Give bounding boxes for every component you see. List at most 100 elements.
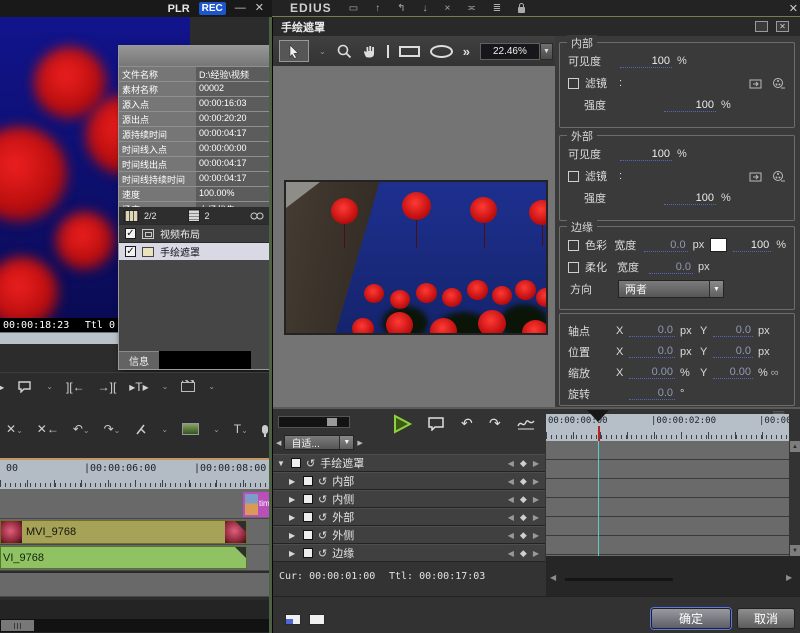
next-keyframe-icon[interactable]: ▶ (533, 477, 539, 486)
edge-soften-width-value[interactable]: 0.0 (649, 261, 693, 274)
chevron-down-icon[interactable]: ⌄ (319, 47, 326, 56)
ok-button[interactable]: 确定 (651, 608, 731, 629)
chevron-down-icon[interactable]: ⌄ (161, 425, 168, 434)
screenshot-icon[interactable] (182, 423, 199, 435)
filter-checkbox[interactable] (568, 78, 579, 89)
add-keyframe-icon[interactable]: ◆ (520, 548, 527, 559)
direction-dropdown[interactable]: 两者 ▼ (618, 280, 724, 298)
edge-soften-checkbox[interactable] (568, 262, 579, 273)
timeline-horizontal-scrollbar[interactable] (0, 619, 272, 632)
kf-track-interior[interactable]: ▶ ↺ 内部 ◀◆▶ (273, 472, 545, 490)
slider-thumb[interactable] (327, 418, 337, 426)
position-x-value[interactable]: 0.0 (629, 345, 675, 358)
player-shuttle-strip[interactable] (0, 332, 118, 344)
undo-icon[interactable]: ↶⌄ (73, 422, 90, 436)
clapperboard-icon[interactable] (181, 382, 195, 392)
add-keyframe-icon[interactable]: ◆ (520, 530, 527, 541)
visibility-value[interactable]: 100 (620, 55, 672, 68)
layout-split-icon[interactable] (285, 614, 301, 625)
filter-reel-icon[interactable] (772, 170, 786, 183)
curve-view-button[interactable] (517, 417, 535, 430)
next-keyframe-icon[interactable]: ▶ (533, 459, 539, 468)
strength-value[interactable]: 100 (664, 99, 716, 112)
hand-tool[interactable] (362, 43, 377, 59)
collapse-icon[interactable]: ▼ (277, 459, 286, 468)
add-keyframe-icon[interactable]: ◆ (520, 458, 527, 469)
mask-canvas[interactable] (273, 66, 555, 407)
edge-opacity-value[interactable]: 100 (733, 239, 771, 252)
lock-icon[interactable] (518, 7, 525, 13)
reels-icon[interactable] (250, 210, 264, 222)
audio-track-2[interactable] (0, 573, 272, 597)
preset-next-icon[interactable]: ▶ (357, 439, 362, 447)
redo-icon[interactable]: ↷⌄ (104, 422, 121, 436)
delete-icon[interactable]: × (445, 3, 451, 14)
expand-icon[interactable]: ▶ (289, 495, 298, 504)
kf-enable-checkbox[interactable] (291, 458, 301, 468)
kf-enable-checkbox[interactable] (303, 512, 313, 522)
pivot-y-value[interactable]: 0.0 (713, 324, 753, 337)
properties-panel-header[interactable] (119, 46, 269, 66)
expand-icon[interactable]: ▶ (289, 477, 298, 486)
next-keyframe-icon[interactable]: ▶ (533, 495, 539, 504)
kf-timeline-ruler[interactable]: 00:00:00:00 |00:00:02:00 |00:00:0 (546, 414, 789, 441)
zoom-tool[interactable] (336, 43, 352, 59)
visibility-value[interactable]: 100 (620, 148, 672, 161)
dialog-maximize-button[interactable] (755, 21, 768, 32)
mask-preview-image[interactable] (284, 180, 548, 335)
expand-icon[interactable]: ▶ (289, 531, 298, 540)
prev-keyframe-icon[interactable]: ◀ (508, 459, 514, 468)
scale-x-value[interactable]: 0.00 (629, 366, 675, 379)
prev-keyframe-icon[interactable]: ◀ (508, 531, 514, 540)
kf-enable-checkbox[interactable] (303, 530, 313, 540)
reset-icon[interactable]: ↺ (318, 529, 327, 542)
kf-enable-checkbox[interactable] (303, 494, 313, 504)
position-y-value[interactable]: 0.0 (713, 345, 753, 358)
export-frame-button[interactable] (427, 417, 445, 431)
ellipse-tool[interactable] (430, 45, 453, 58)
filter-checkbox[interactable] (568, 171, 579, 182)
undo-button[interactable]: ↶ (461, 415, 473, 432)
add-keyframe-icon[interactable]: ◆ (520, 494, 527, 505)
preset-prev-icon[interactable]: ◀ (276, 439, 281, 447)
delete-in-icon[interactable]: ✕← (37, 422, 59, 436)
filter-assign-icon[interactable] (749, 170, 763, 183)
reset-icon[interactable]: ↺ (318, 493, 327, 506)
tab-info[interactable]: 信息 (119, 351, 159, 369)
edge-color-checkbox[interactable] (568, 240, 579, 251)
layer-row-hand-drawn-mask[interactable]: ✓ 手绘遮罩 (119, 242, 269, 260)
kf-track-exterior[interactable]: ▶ ↺ 外部 ◀◆▶ (273, 508, 545, 526)
scrollbar-thumb[interactable] (1, 620, 34, 631)
kf-track-mask[interactable]: ▼ ↺ 手绘遮罩 ◀◆▶ (273, 454, 545, 472)
prev-keyframe-icon[interactable]: ◀ (508, 549, 514, 558)
expand-icon[interactable]: ▶ (289, 549, 298, 558)
add-keyframe-icon[interactable]: ◆ (520, 476, 527, 487)
redo-button[interactable]: ↷ (489, 415, 501, 432)
edge-color-width-value[interactable]: 0.0 (644, 239, 688, 252)
main-timeline-ruler[interactable]: 00 |00:00:06:00 |00:00:08:00 (0, 460, 272, 489)
kf-track-edge[interactable]: ▶ ↺ 边缘 ◀◆▶ (273, 544, 545, 562)
scroll-left-button[interactable]: ◀ (550, 573, 556, 582)
trim-in-icon[interactable]: ][← (66, 380, 85, 394)
kf-enable-checkbox[interactable] (303, 476, 313, 486)
rec-mode-button[interactable]: REC (199, 2, 226, 15)
player-close-button[interactable]: ✕ (255, 3, 264, 14)
play-button[interactable] (391, 414, 415, 434)
reset-icon[interactable]: ↺ (318, 511, 327, 524)
layer-row-video-layout[interactable]: ✓ 视频布局 (119, 224, 269, 242)
pivot-x-value[interactable]: 0.0 (629, 324, 675, 337)
chevron-down-icon[interactable]: ⌄ (213, 425, 220, 434)
next-keyframe-icon[interactable]: ▶ (533, 531, 539, 540)
select-tool[interactable] (279, 40, 309, 62)
layout-single-icon[interactable] (309, 614, 325, 625)
video-track-2[interactable] (0, 489, 272, 519)
window-close-button[interactable]: ✕ (789, 2, 800, 15)
timeline-zoom-slider[interactable] (278, 416, 350, 428)
title-tool-icon[interactable]: T⌄ (234, 422, 248, 436)
kf-track-inner[interactable]: ▶ ↺ 内侧 ◀◆▶ (273, 490, 545, 508)
delete-ripple-icon[interactable]: ✕⌄ (6, 422, 23, 436)
rotation-value[interactable]: 0.0 (629, 387, 675, 400)
play-icon[interactable]: ▶ (0, 380, 4, 394)
import-icon[interactable]: ↓ (423, 3, 428, 14)
player-minimize-button[interactable]: — (235, 3, 246, 14)
